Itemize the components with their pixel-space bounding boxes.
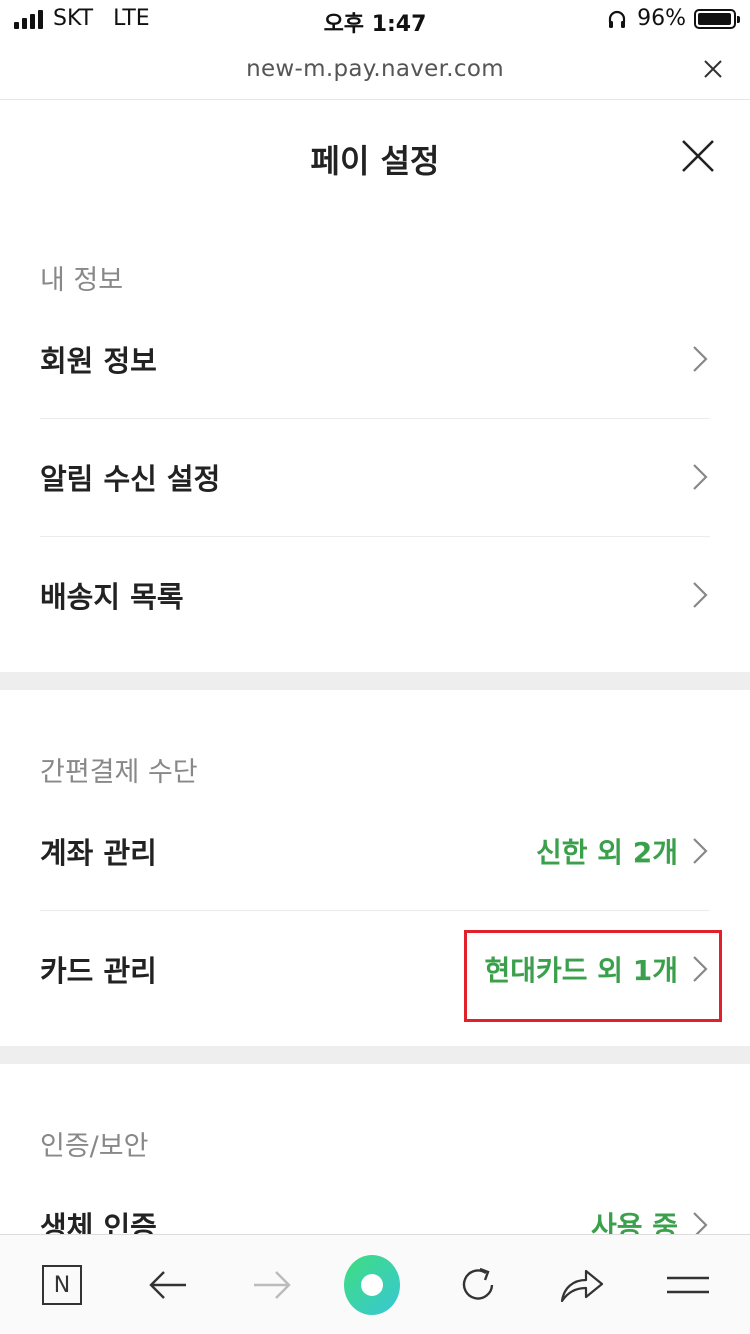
menu-item-member-info[interactable]: 회원 정보 — [40, 300, 710, 419]
section-title: 내 정보 — [40, 265, 124, 296]
menu-item-label: 배송지 목록 — [40, 580, 184, 614]
menu-item-biometric-auth[interactable]: 생체 인증 사용 중 — [40, 1166, 710, 1234]
page-header: 페이 설정 — [0, 100, 750, 212]
section-auth-security: 인증/보안 생체 인증 사용 중 — [0, 1064, 750, 1234]
naver-n-icon: N — [42, 1265, 82, 1305]
forward-button[interactable] — [244, 1257, 300, 1313]
menu-item-label: 카드 관리 — [40, 954, 157, 988]
battery-fill — [698, 12, 731, 25]
share-icon — [560, 1269, 604, 1303]
green-dot-button[interactable] — [344, 1255, 400, 1315]
status-right: 96% — [607, 6, 740, 31]
section-my-info: 내 정보 회원 정보 알림 수신 설정 배송지 목록 — [0, 212, 750, 672]
status-bar: SKT LTE 오후 1:47 96% — [0, 0, 750, 40]
headphone-icon — [608, 10, 626, 28]
chevron-right-icon — [693, 464, 708, 490]
chevron-right-icon — [693, 838, 708, 864]
battery-percent: 96% — [637, 6, 686, 31]
refresh-icon — [462, 1267, 494, 1300]
highlight-box — [464, 930, 722, 1022]
chevron-right-icon — [693, 582, 708, 608]
chevron-right-icon — [693, 346, 708, 372]
battery-icon — [694, 8, 740, 29]
menu-item-label: 생체 인증 — [40, 1210, 157, 1234]
close-webview-icon[interactable] — [700, 56, 726, 82]
hamburger-menu-icon — [667, 1276, 709, 1294]
menu-item-account-management[interactable]: 계좌 관리 신한 외 2개 — [40, 792, 710, 911]
naver-home-button[interactable]: N — [34, 1257, 90, 1313]
page-title: 페이 설정 — [310, 142, 440, 180]
menu-item-label: 알림 수신 설정 — [40, 462, 221, 496]
menu-item-shipping-addresses[interactable]: 배송지 목록 — [40, 536, 710, 654]
menu-button[interactable] — [660, 1257, 716, 1313]
bottom-toolbar: N — [0, 1234, 750, 1334]
arrow-left-icon — [149, 1271, 186, 1299]
url-text[interactable]: new-m.pay.naver.com — [0, 56, 750, 82]
share-button[interactable] — [554, 1257, 610, 1313]
menu-item-value: 사용 중 — [590, 1210, 678, 1234]
section-title: 인증/보안 — [40, 1131, 149, 1162]
section-title: 간편결제 수단 — [40, 757, 198, 788]
chevron-right-icon — [693, 1212, 708, 1234]
section-divider — [0, 1046, 750, 1064]
back-button[interactable] — [140, 1257, 196, 1313]
menu-item-notification-settings[interactable]: 알림 수신 설정 — [40, 418, 710, 537]
green-dot-icon — [344, 1255, 400, 1315]
menu-item-label: 계좌 관리 — [40, 836, 157, 870]
url-bar: new-m.pay.naver.com — [0, 40, 750, 100]
close-icon[interactable] — [680, 138, 716, 174]
menu-item-value: 신한 외 2개 — [535, 836, 678, 869]
menu-item-label: 회원 정보 — [40, 344, 157, 378]
arrow-right-icon — [254, 1271, 291, 1299]
section-divider — [0, 672, 750, 690]
refresh-button[interactable] — [450, 1257, 506, 1313]
